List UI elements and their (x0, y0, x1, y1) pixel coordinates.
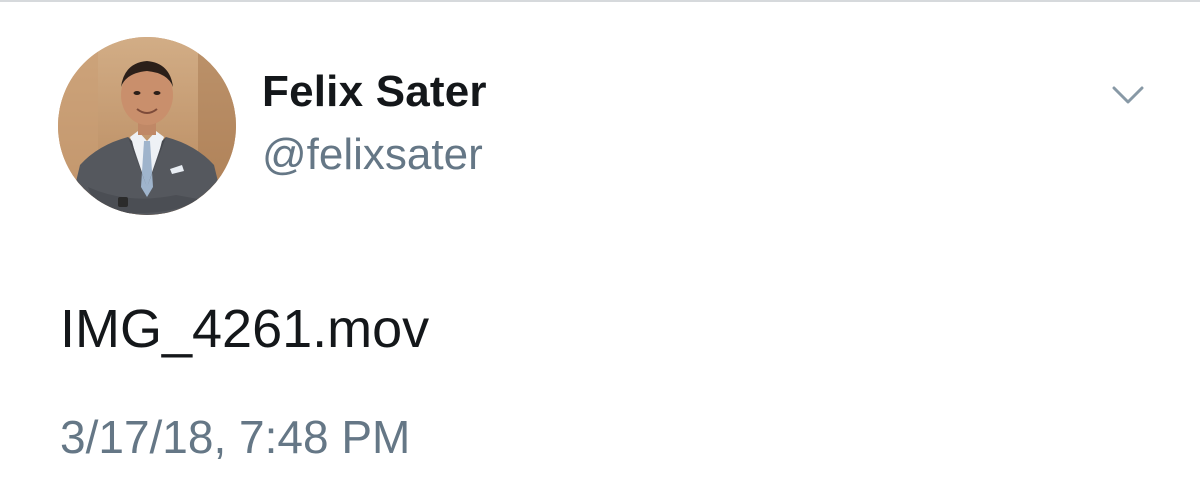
author-handle[interactable]: @felixsater (262, 130, 483, 180)
tweet-menu-button[interactable] (1108, 80, 1148, 110)
tweet-timestamp[interactable]: 3/17/18, 7:48 PM (60, 410, 410, 464)
author-display-name[interactable]: Felix Sater (262, 67, 487, 117)
avatar[interactable] (58, 37, 236, 215)
tweet-text: IMG_4261.mov (60, 299, 430, 359)
profile-photo-icon (58, 37, 236, 215)
chevron-down-icon (1112, 86, 1144, 104)
top-divider (0, 0, 1200, 2)
